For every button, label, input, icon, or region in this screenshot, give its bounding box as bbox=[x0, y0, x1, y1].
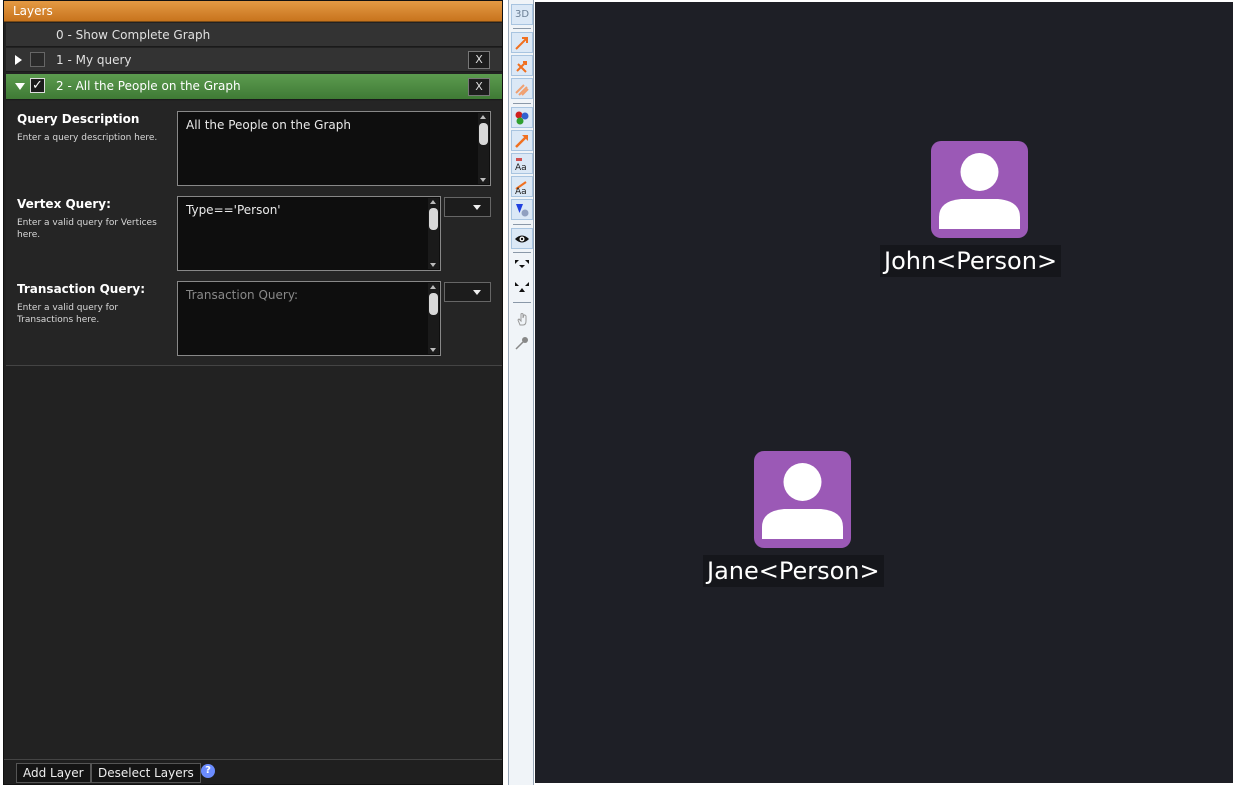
layers-footer: Add Layer Deselect Layers ? bbox=[4, 759, 502, 784]
layer-label: 1 - My query bbox=[56, 53, 132, 67]
query-description-help: Enter a query description here. bbox=[17, 133, 158, 143]
split-arrow-icon bbox=[516, 61, 527, 73]
graph-canvas[interactable]: John<Person> Jane<Person> bbox=[535, 2, 1233, 783]
scroll-up-icon[interactable] bbox=[430, 200, 436, 204]
edge-labels-button[interactable]: Aa bbox=[511, 176, 533, 197]
toolbar-separator bbox=[513, 103, 531, 104]
blaze-icon bbox=[516, 204, 529, 217]
scrollbar[interactable] bbox=[428, 198, 439, 269]
layer-row-0[interactable]: 0 - Show Complete Graph bbox=[6, 23, 502, 47]
vertex-query-title: Vertex Query: bbox=[17, 197, 111, 211]
contract-graph-button[interactable] bbox=[511, 278, 533, 299]
transaction-query-help: Enter a valid query for Transactions her… bbox=[17, 303, 119, 325]
remove-layer-button[interactable]: X bbox=[468, 78, 490, 96]
layer-detail-panel: Query Description Enter a query descript… bbox=[6, 101, 502, 366]
node-jane[interactable] bbox=[754, 451, 851, 548]
hand-icon bbox=[517, 313, 527, 326]
layer-label: 0 - Show Complete Graph bbox=[56, 28, 211, 42]
eye-icon bbox=[515, 235, 529, 243]
bidirected-edges-button[interactable] bbox=[511, 55, 533, 76]
expand-arrow-icon[interactable] bbox=[15, 55, 22, 65]
pin-button[interactable] bbox=[511, 332, 533, 353]
query-description-input[interactable]: All the People on the Graph bbox=[177, 111, 491, 186]
toggle-3d-button[interactable]: 3D bbox=[511, 4, 533, 25]
toolbar-separator bbox=[513, 252, 531, 253]
vertex-query-input[interactable]: Type=='Person' bbox=[177, 196, 441, 271]
query-description-title: Query Description bbox=[17, 112, 140, 126]
remove-layer-button[interactable]: X bbox=[468, 51, 490, 69]
layer-row-1[interactable]: 1 - My query X bbox=[6, 48, 502, 72]
expand-icon bbox=[515, 260, 529, 268]
color-dots-icon bbox=[515, 111, 529, 125]
layer-label: 2 - All the People on the Graph bbox=[56, 79, 241, 93]
layers-panel: Layers 0 - Show Complete Graph 1 - My qu… bbox=[3, 0, 503, 785]
scroll-down-icon[interactable] bbox=[430, 263, 436, 267]
scroll-thumb[interactable] bbox=[479, 123, 488, 145]
blazes-button[interactable] bbox=[511, 199, 533, 220]
layer-checkbox[interactable]: ✓ bbox=[30, 78, 45, 93]
vertex-query-help: Enter a valid query for Vertices here. bbox=[17, 218, 157, 240]
node-colors-button[interactable] bbox=[511, 107, 533, 128]
label-text-icon: Aa bbox=[515, 158, 527, 173]
hatched-edges-button[interactable] bbox=[511, 78, 533, 99]
scrollbar[interactable] bbox=[478, 113, 489, 184]
graph-toolbar: 3D Aa Aa bbox=[508, 0, 534, 785]
help-icon[interactable]: ? bbox=[201, 764, 215, 778]
scroll-thumb[interactable] bbox=[429, 293, 438, 315]
contract-icon bbox=[515, 282, 529, 292]
collapse-arrow-icon[interactable] bbox=[15, 83, 25, 90]
node-label-john: John<Person> bbox=[880, 245, 1062, 277]
directed-arrow-icon bbox=[515, 37, 528, 50]
chevron-down-icon bbox=[473, 205, 481, 210]
transaction-query-input[interactable]: Transaction Query: bbox=[177, 281, 441, 356]
layers-panel-title: Layers bbox=[4, 1, 502, 22]
transaction-query-title: Transaction Query: bbox=[17, 282, 146, 296]
svg-text:Aa: Aa bbox=[515, 187, 527, 195]
toolbar-separator bbox=[513, 302, 531, 303]
toolbar-separator bbox=[513, 224, 531, 225]
scroll-down-icon[interactable] bbox=[480, 178, 486, 182]
add-layer-button[interactable]: Add Layer bbox=[16, 763, 91, 783]
app-root: Layers 0 - Show Complete Graph 1 - My qu… bbox=[0, 0, 1235, 785]
deselect-layers-button[interactable]: Deselect Layers bbox=[91, 763, 201, 783]
vertex-query-dropdown[interactable] bbox=[444, 197, 491, 217]
transaction-query-dropdown[interactable] bbox=[444, 282, 491, 302]
scroll-thumb[interactable] bbox=[429, 208, 438, 230]
chevron-down-icon bbox=[473, 290, 481, 295]
orange-arrow-icon bbox=[515, 135, 528, 148]
pan-button[interactable] bbox=[511, 308, 533, 329]
svg-text:Aa: Aa bbox=[515, 163, 527, 172]
node-label-jane: Jane<Person> bbox=[703, 555, 884, 587]
person-icon bbox=[762, 463, 843, 539]
expand-graph-button[interactable] bbox=[511, 256, 533, 277]
scroll-up-icon[interactable] bbox=[430, 285, 436, 289]
edge-color-button[interactable] bbox=[511, 130, 533, 151]
pin-icon bbox=[515, 337, 528, 350]
scroll-down-icon[interactable] bbox=[430, 348, 436, 352]
node-john[interactable] bbox=[931, 141, 1028, 238]
layer-row-2[interactable]: ✓ 2 - All the People on the Graph X bbox=[6, 74, 502, 100]
hatched-arrow-icon bbox=[515, 84, 529, 96]
edge-label-icon: Aa bbox=[515, 181, 527, 197]
node-labels-button[interactable]: Aa bbox=[511, 153, 533, 174]
scrollbar[interactable] bbox=[428, 283, 439, 354]
directed-edges-button[interactable] bbox=[511, 32, 533, 53]
person-icon bbox=[939, 153, 1020, 229]
scroll-up-icon[interactable] bbox=[480, 115, 486, 119]
layer-checkbox[interactable] bbox=[30, 52, 45, 67]
visibility-button[interactable] bbox=[511, 228, 533, 249]
toolbar-separator bbox=[513, 28, 531, 29]
